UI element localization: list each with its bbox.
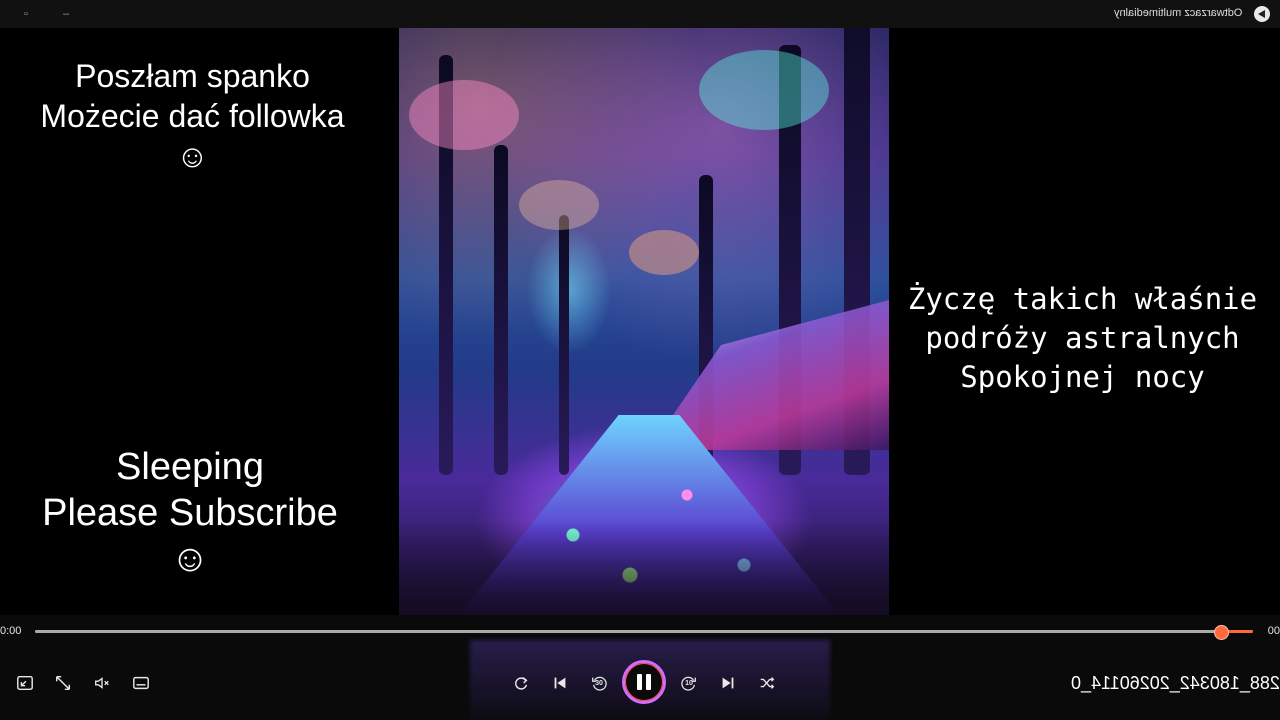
next-icon <box>722 677 734 689</box>
file-name: 288_180342_20260114_0 <box>1071 673 1280 693</box>
repeat-icon <box>515 677 528 690</box>
caption-line: podróży astralnych <box>925 321 1240 355</box>
seek-bar[interactable] <box>35 625 1253 640</box>
window-title: Odtwarzacz multimedialny <box>1113 7 1242 19</box>
caption-line: Życzę takich właśnie <box>907 282 1258 316</box>
previous-icon <box>554 677 566 689</box>
caption-line: Spokojnej nocy <box>960 360 1205 394</box>
vehicle-dashboard <box>399 520 889 615</box>
volume-button[interactable] <box>89 670 115 696</box>
pause-icon <box>637 674 642 690</box>
volume-icon <box>95 677 109 689</box>
playback-controls: 0:00 00 30 10 288_180342_20260114_0 <box>0 615 1280 720</box>
seek-thumb[interactable] <box>1214 625 1230 640</box>
mini-player-button[interactable] <box>12 670 38 696</box>
caption-english-left: Sleeping Please Subscribe ☺ <box>0 444 380 582</box>
previous-button[interactable] <box>547 670 573 696</box>
fullscreen-icon <box>55 675 71 691</box>
caption-polish-right: Życzę takich właśnie podróży astralnych … <box>890 280 1275 397</box>
shuffle-button[interactable] <box>754 670 780 696</box>
remaining-time: 00 <box>1267 625 1280 637</box>
minimize-icon[interactable]: – <box>56 5 76 23</box>
canopy-shape <box>409 80 519 150</box>
canopy-shape <box>629 230 699 275</box>
pause-button[interactable] <box>622 660 666 704</box>
restore-icon[interactable]: ▫ <box>16 5 36 23</box>
title-bar: ▫ – Odtwarzacz multimedialny <box>0 0 1280 28</box>
elapsed-time: 0:00 <box>0 625 22 637</box>
subtitles-button[interactable] <box>128 670 154 696</box>
smiley-icon: ☺ <box>176 138 209 174</box>
mini-player-icon <box>17 675 33 691</box>
caption-line: Sleeping <box>116 446 264 488</box>
caption-line: Poszłam spanko <box>75 58 310 94</box>
video-frame[interactable] <box>399 0 889 615</box>
canopy-shape <box>699 50 829 130</box>
caption-line: Możecie dać followka <box>40 98 345 134</box>
caption-line: Please Subscribe <box>42 492 338 534</box>
seek-progress <box>35 630 1221 633</box>
subtitles-icon <box>133 676 149 690</box>
media-player-icon <box>1254 6 1270 22</box>
skip-forward-button[interactable]: 10 <box>676 670 702 696</box>
tree-shape <box>494 145 508 475</box>
skip-forward-label: 10 <box>685 679 693 687</box>
repeat-button[interactable] <box>508 670 534 696</box>
caption-polish-left: Poszłam spanko Możecie dać followka ☺ <box>0 56 385 176</box>
next-button[interactable] <box>715 670 741 696</box>
canopy-shape <box>519 180 599 230</box>
tree-shape <box>559 215 569 475</box>
smiley-icon: ☺ <box>170 538 210 580</box>
skip-back-button[interactable]: 30 <box>586 670 612 696</box>
skip-back-label: 30 <box>595 679 603 687</box>
pause-icon <box>646 674 651 690</box>
shuffle-icon <box>760 677 775 689</box>
fullscreen-button[interactable] <box>50 670 76 696</box>
